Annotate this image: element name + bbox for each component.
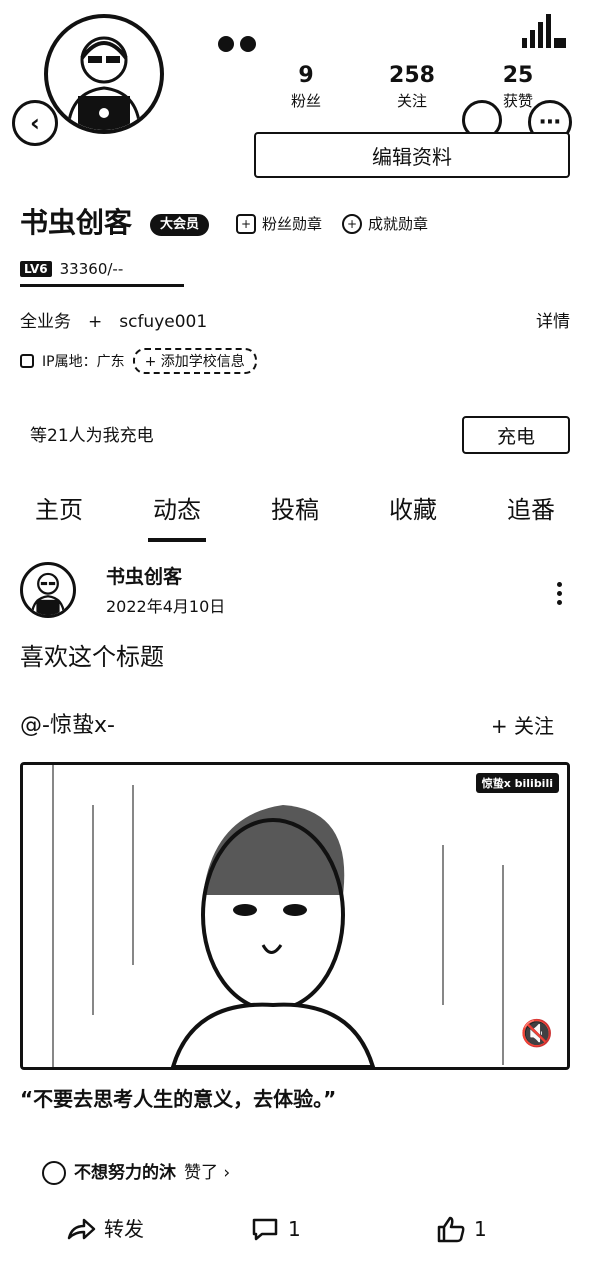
ip-location: IP属地：广东 [42, 354, 125, 370]
achievement-medal-label: 成就勋章 [368, 215, 429, 233]
fans-count: 9 [298, 63, 314, 88]
profile-tabs: 主页 动态 投稿 收藏 追番 [0, 488, 590, 538]
signal-icon [522, 14, 566, 48]
liked-by-row[interactable]: 不想努力的沐 赞了 › [42, 1160, 230, 1186]
active-tab-indicator [148, 538, 206, 542]
hacker-avatar-icon [30, 572, 66, 615]
comment-icon [252, 1218, 278, 1241]
liked-suffix: 赞了 › [184, 1163, 231, 1183]
mute-icon[interactable]: 🔇 [521, 1019, 553, 1049]
fan-medal[interactable]: + 粉丝勋章 [236, 212, 322, 236]
status-icons [218, 36, 256, 52]
video-quote: “不要去思考人生的意义，去体验。” [20, 1087, 337, 1111]
repost-button[interactable]: 转发 [66, 1212, 144, 1246]
notification-icon [218, 36, 234, 52]
fan-medal-label: 粉丝勋章 [262, 215, 323, 233]
dot-icon [556, 600, 562, 605]
fans-stat[interactable]: 9 粉丝 [266, 62, 346, 112]
more-icon: ⋯ [539, 109, 561, 135]
following-stat[interactable]: 258 关注 [372, 62, 452, 112]
plus-icon: + [236, 214, 256, 234]
comment-button[interactable]: 1 [250, 1212, 301, 1246]
dot-icon [556, 591, 562, 596]
tab-anime[interactable]: 追番 [472, 488, 590, 538]
charge-text: 等21人为我充电 [30, 426, 154, 446]
thumbs-up-icon [437, 1216, 465, 1243]
level-progress-bar [20, 284, 184, 287]
tab-dynamic[interactable]: 动态 [118, 488, 236, 538]
back-button[interactable]: ‹ [12, 100, 58, 146]
tab-submissions[interactable]: 投稿 [236, 488, 354, 538]
exp-value: 33360/-- [59, 260, 124, 278]
post-menu-button[interactable] [554, 582, 564, 605]
mentioned-user[interactable]: @-惊蛰x- [20, 710, 115, 742]
edit-profile-button[interactable]: 编辑资料 [254, 132, 570, 178]
share-arrow-icon [67, 1218, 96, 1240]
like-count: 1 [474, 1217, 487, 1241]
tab-favorites[interactable]: 收藏 [354, 488, 472, 538]
like-button[interactable]: 1 [436, 1212, 487, 1246]
following-label: 关注 [396, 92, 427, 110]
profile-name: 书虫创客 [20, 206, 133, 239]
repost-label: 转发 [104, 1217, 144, 1241]
bio: 全业务 + scfuye001 [20, 312, 208, 332]
plus-icon: + [342, 214, 362, 234]
post-author-avatar[interactable] [20, 562, 76, 618]
post-text: 喜欢这个标题 [20, 643, 164, 671]
ip-icon [20, 354, 34, 368]
bilibili-watermark: 惊蛰x bilibili [475, 773, 559, 793]
comment-count: 1 [288, 1217, 301, 1241]
detail-link[interactable]: 详情 [536, 310, 570, 334]
level-badge: LV6 [20, 261, 52, 277]
post-date: 2022年4月10日 [106, 597, 226, 616]
ip-row: IP属地：广东 + 添加学校信息 [20, 348, 257, 374]
charge-button[interactable]: 充电 [462, 416, 570, 454]
profile-avatar[interactable] [44, 14, 164, 134]
likes-count: 25 [502, 63, 534, 88]
follow-button[interactable]: + 关注 [491, 710, 554, 742]
message-icon [240, 36, 256, 52]
dot-icon [556, 582, 562, 587]
hacker-avatar-icon [66, 36, 142, 130]
following-count: 258 [389, 63, 435, 88]
post-author-name[interactable]: 书虫创客 [106, 564, 182, 590]
add-school-button[interactable]: + 添加学校信息 [132, 348, 257, 374]
fans-label: 粉丝 [290, 92, 321, 110]
liker-name: 不想努力的沐 [74, 1163, 176, 1183]
liker-avatar [42, 1161, 66, 1185]
video-thumbnail [23, 765, 567, 1067]
video-card[interactable]: 惊蛰x bilibili 🔇 [20, 762, 570, 1070]
vip-badge[interactable]: 大会员 [150, 214, 210, 236]
back-arrow-icon: ‹ [30, 109, 40, 137]
tab-home[interactable]: 主页 [0, 488, 118, 538]
level-row: LV6 33360/-- [20, 260, 123, 278]
achievement-medal[interactable]: + 成就勋章 [342, 212, 428, 236]
